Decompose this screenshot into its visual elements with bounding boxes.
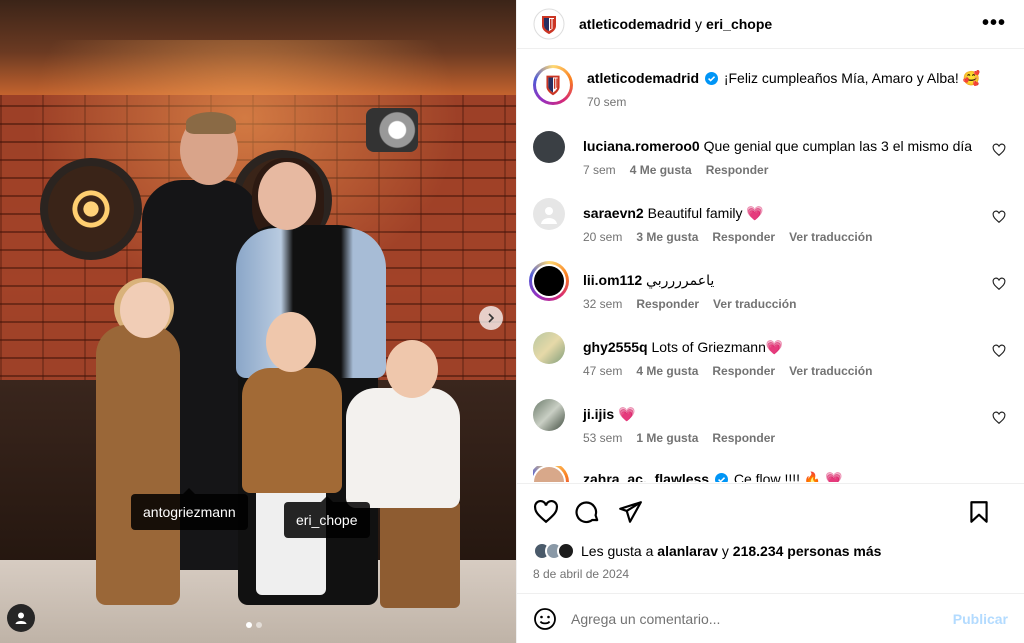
avatar[interactable] [533,399,565,431]
comment-username[interactable]: luciana.romeroo0 [583,138,700,154]
heart-icon[interactable] [992,344,1006,358]
comment-item: lii.om112 ياعمرررربي 32 sem Responder Ve… [529,261,1008,332]
caption-time: 70 sem [587,95,627,109]
post-coauthor[interactable]: eri_chope [706,16,772,32]
atletico-crest-icon [533,8,565,40]
comment-item: luciana.romeroo0 Que genial que cumplan … [533,131,1008,198]
carousel-dot [246,622,252,628]
likes-user[interactable]: alanlarav [657,543,718,559]
likes-prefix: Les gusta a [581,543,654,559]
post-actions [517,483,1024,539]
caption-text: ¡Feliz cumpleaños Mía, Amaro y Alba! 🥰 [723,70,981,86]
comment-likes[interactable]: 3 Me gusta [636,230,698,244]
publish-button[interactable]: Publicar [953,611,1008,627]
share-icon[interactable] [617,499,643,525]
heart-icon[interactable] [533,499,559,525]
comment-text: Lots of Griezmann💗 [651,339,784,355]
carousel-next-button[interactable] [479,306,503,330]
likes-count[interactable]: 218.234 personas más [733,543,882,559]
post-header: atleticodemadrid y eri_chope ••• [517,0,1024,49]
chevron-right-icon [488,313,495,323]
translate-button[interactable]: Ver traducción [713,297,796,311]
avatar[interactable] [533,198,565,230]
comment-text: 💗 [618,406,636,422]
comment-likes[interactable]: 4 Me gusta [636,364,698,378]
spotlight [366,108,418,152]
carousel-dot [256,622,262,628]
default-avatar-icon [541,207,557,224]
caption-username[interactable]: atleticodemadrid [587,70,699,86]
comments-list[interactable]: atleticodemadrid ¡Feliz cumpleaños Mía, … [517,49,1024,483]
translate-button[interactable]: Ver traducción [789,364,872,378]
comment-item: zahra_ac._flawless Ce flow !!!! 🔥 💗 [533,466,1008,482]
post-panel: atleticodemadrid y eri_chope ••• atletic… [516,0,1024,643]
comment-text: Ce flow !!!! 🔥 💗 [733,471,843,482]
heart-icon[interactable] [992,411,1006,425]
comment-username[interactable]: zahra_ac._flawless [583,471,709,482]
atletico-crest-icon [546,75,560,96]
comment-likes[interactable]: 1 Me gusta [636,431,698,445]
heart-icon[interactable] [992,143,1006,157]
avatar[interactable] [533,332,565,364]
comment-item: ghy2555q Lots of Griezmann💗 47 sem 4 Me … [533,332,1008,399]
reply-button[interactable]: Responder [712,364,775,378]
user-icon [15,612,27,624]
stage-light [40,158,142,260]
comment-username[interactable]: lii.om112 [583,272,642,288]
post-author[interactable]: atleticodemadrid [579,16,691,32]
comment-time: 32 sem [583,297,623,311]
photo-tag[interactable]: eri_chope [284,496,370,538]
comment-time: 7 sem [583,163,616,177]
avatar[interactable] [533,8,565,40]
more-options-icon[interactable]: ••• [982,12,1006,35]
comment-time: 47 sem [583,364,623,378]
likes-summary: Les gusta a alanlarav y 218.234 personas… [517,539,1024,563]
avatar[interactable] [529,261,569,301]
comment-time: 53 sem [583,431,623,445]
photo-tag[interactable]: antogriezmann [131,488,248,530]
reply-button[interactable]: Responder [712,230,775,244]
bookmark-icon[interactable] [966,499,992,525]
verified-icon [714,473,728,482]
comment-text: Que genial que cumplan las 3 el mismo dí… [703,138,973,154]
comment-text: ياعمرررربي [646,272,715,288]
reply-button[interactable]: Responder [706,163,769,177]
avatar[interactable] [533,65,573,105]
tagged-users-button[interactable] [7,604,35,632]
comment-input[interactable] [571,610,953,627]
comment-username[interactable]: saraevn2 [583,205,644,221]
add-comment-bar: Publicar [517,593,1024,643]
emoji-icon[interactable] [533,607,557,631]
post-caption: atleticodemadrid ¡Feliz cumpleaños Mía, … [533,65,1008,131]
avatar[interactable] [533,131,565,163]
post-date: 8 de abril de 2024 [533,567,630,581]
comment-text: Beautiful family 💗 [647,205,764,221]
heart-icon[interactable] [992,210,1006,224]
comment-icon[interactable] [575,499,601,525]
reply-button[interactable]: Responder [636,297,699,311]
comment-time: 20 sem [583,230,623,244]
avatar [557,542,575,560]
comment-item: saraevn2 Beautiful family 💗 20 sem 3 Me … [533,198,1008,265]
reply-button[interactable]: Responder [712,431,775,445]
comment-item: ji.ijis 💗 53 sem 1 Me gusta Responder [533,399,1008,466]
comment-username[interactable]: ghy2555q [583,339,648,355]
comment-username[interactable]: ji.ijis [583,406,614,422]
author-joiner: y [695,16,703,32]
translate-button[interactable]: Ver traducción [789,230,872,244]
avatar[interactable] [533,466,569,482]
heart-icon[interactable] [992,277,1006,291]
verified-icon [704,72,718,85]
comment-likes[interactable]: 4 Me gusta [630,163,692,177]
likes-joiner: y [721,543,729,559]
carousel-indicator [246,622,262,628]
post-image[interactable]: antogriezmann eri_chope [0,0,516,643]
